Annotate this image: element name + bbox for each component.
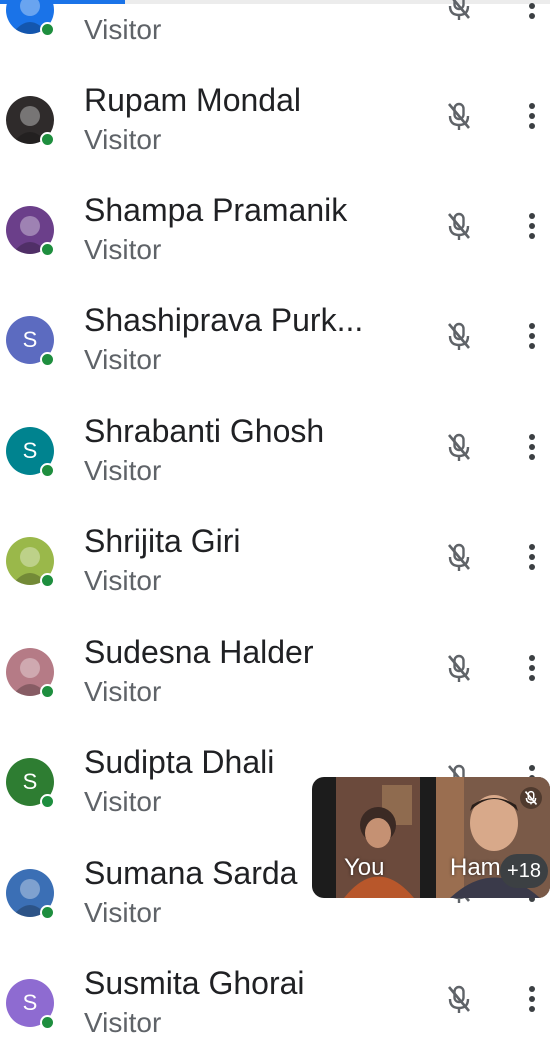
- mic-off-icon[interactable]: [443, 100, 475, 132]
- online-status-dot: [40, 352, 55, 367]
- mic-off-icon[interactable]: [443, 983, 475, 1015]
- participant-name: Shrijita Giri: [84, 523, 241, 559]
- mic-off-icon: [520, 787, 542, 809]
- call-preview[interactable]: You Ham +18: [312, 777, 550, 898]
- participant-name: Shampa Pramanik: [84, 192, 348, 228]
- avatar-initial: S: [22, 990, 38, 1015]
- participant-row[interactable]: S Susmita Ghorai Visitor: [0, 943, 550, 1053]
- participant-row[interactable]: Sudesna Halder Visitor: [0, 612, 550, 722]
- participant-role: Visitor: [84, 786, 162, 817]
- avatar-initial: S: [22, 327, 38, 352]
- participant-name: Shashiprava Purk...: [84, 302, 364, 338]
- more-options-icon[interactable]: [522, 652, 542, 684]
- participant-role: Visitor: [84, 897, 162, 928]
- avatar-initial: S: [22, 769, 38, 794]
- online-status-dot: [40, 573, 55, 588]
- participant-role: Visitor: [84, 455, 162, 486]
- mic-off-icon[interactable]: [443, 652, 475, 684]
- online-status-dot: [40, 132, 55, 147]
- online-status-dot: [40, 242, 55, 257]
- participant-row[interactable]: Shrijita Giri Visitor: [0, 501, 550, 611]
- participant-row[interactable]: Visitor: [0, 0, 550, 60]
- participant-name: Sudesna Halder: [84, 634, 314, 670]
- more-options-icon[interactable]: [522, 0, 542, 22]
- participant-role: Visitor: [84, 124, 162, 155]
- mic-off-icon[interactable]: [443, 320, 475, 352]
- participant-role: Visitor: [84, 344, 162, 375]
- participant-role: Visitor: [84, 676, 162, 707]
- self-video-tile[interactable]: You: [336, 777, 420, 898]
- mic-off-icon[interactable]: [443, 210, 475, 242]
- participant-name: Shrabanti Ghosh: [84, 413, 325, 449]
- online-status-dot: [40, 463, 55, 478]
- participant-role: Visitor: [84, 234, 162, 265]
- online-status-dot: [40, 794, 55, 809]
- participant-row[interactable]: Rupam Mondal Visitor: [0, 60, 550, 170]
- online-status-dot: [40, 1015, 55, 1030]
- online-status-dot: [40, 905, 55, 920]
- more-options-icon[interactable]: [522, 210, 542, 242]
- participant-name: Susmita Ghorai: [84, 965, 305, 1001]
- more-options-icon[interactable]: [522, 100, 542, 132]
- self-video-label: You: [344, 854, 385, 881]
- more-options-icon[interactable]: [522, 541, 542, 573]
- participant-row[interactable]: S Shashiprava Purk... Visitor: [0, 280, 550, 390]
- participant-role: Visitor: [84, 14, 162, 45]
- participant-role: Visitor: [84, 565, 162, 596]
- online-status-dot: [40, 22, 55, 37]
- more-options-icon[interactable]: [522, 983, 542, 1015]
- mic-off-icon[interactable]: [443, 0, 475, 22]
- avatar-initial: S: [22, 438, 38, 463]
- participant-row[interactable]: Shampa Pramanik Visitor: [0, 170, 550, 280]
- mic-off-icon[interactable]: [443, 431, 475, 463]
- participant-name: Rupam Mondal: [84, 82, 301, 118]
- more-options-icon[interactable]: [522, 431, 542, 463]
- extra-participants-badge[interactable]: +18: [500, 854, 548, 888]
- participant-role: Visitor: [84, 1007, 162, 1038]
- participant-row[interactable]: S Shrabanti Ghosh Visitor: [0, 391, 550, 501]
- online-status-dot: [40, 684, 55, 699]
- participant-video-tile[interactable]: Ham +18: [436, 777, 550, 898]
- participant-name: Sudipta Dhali: [84, 744, 275, 780]
- more-options-icon[interactable]: [522, 320, 542, 352]
- mic-off-icon[interactable]: [443, 541, 475, 573]
- participant-video-label: Ham: [450, 854, 501, 881]
